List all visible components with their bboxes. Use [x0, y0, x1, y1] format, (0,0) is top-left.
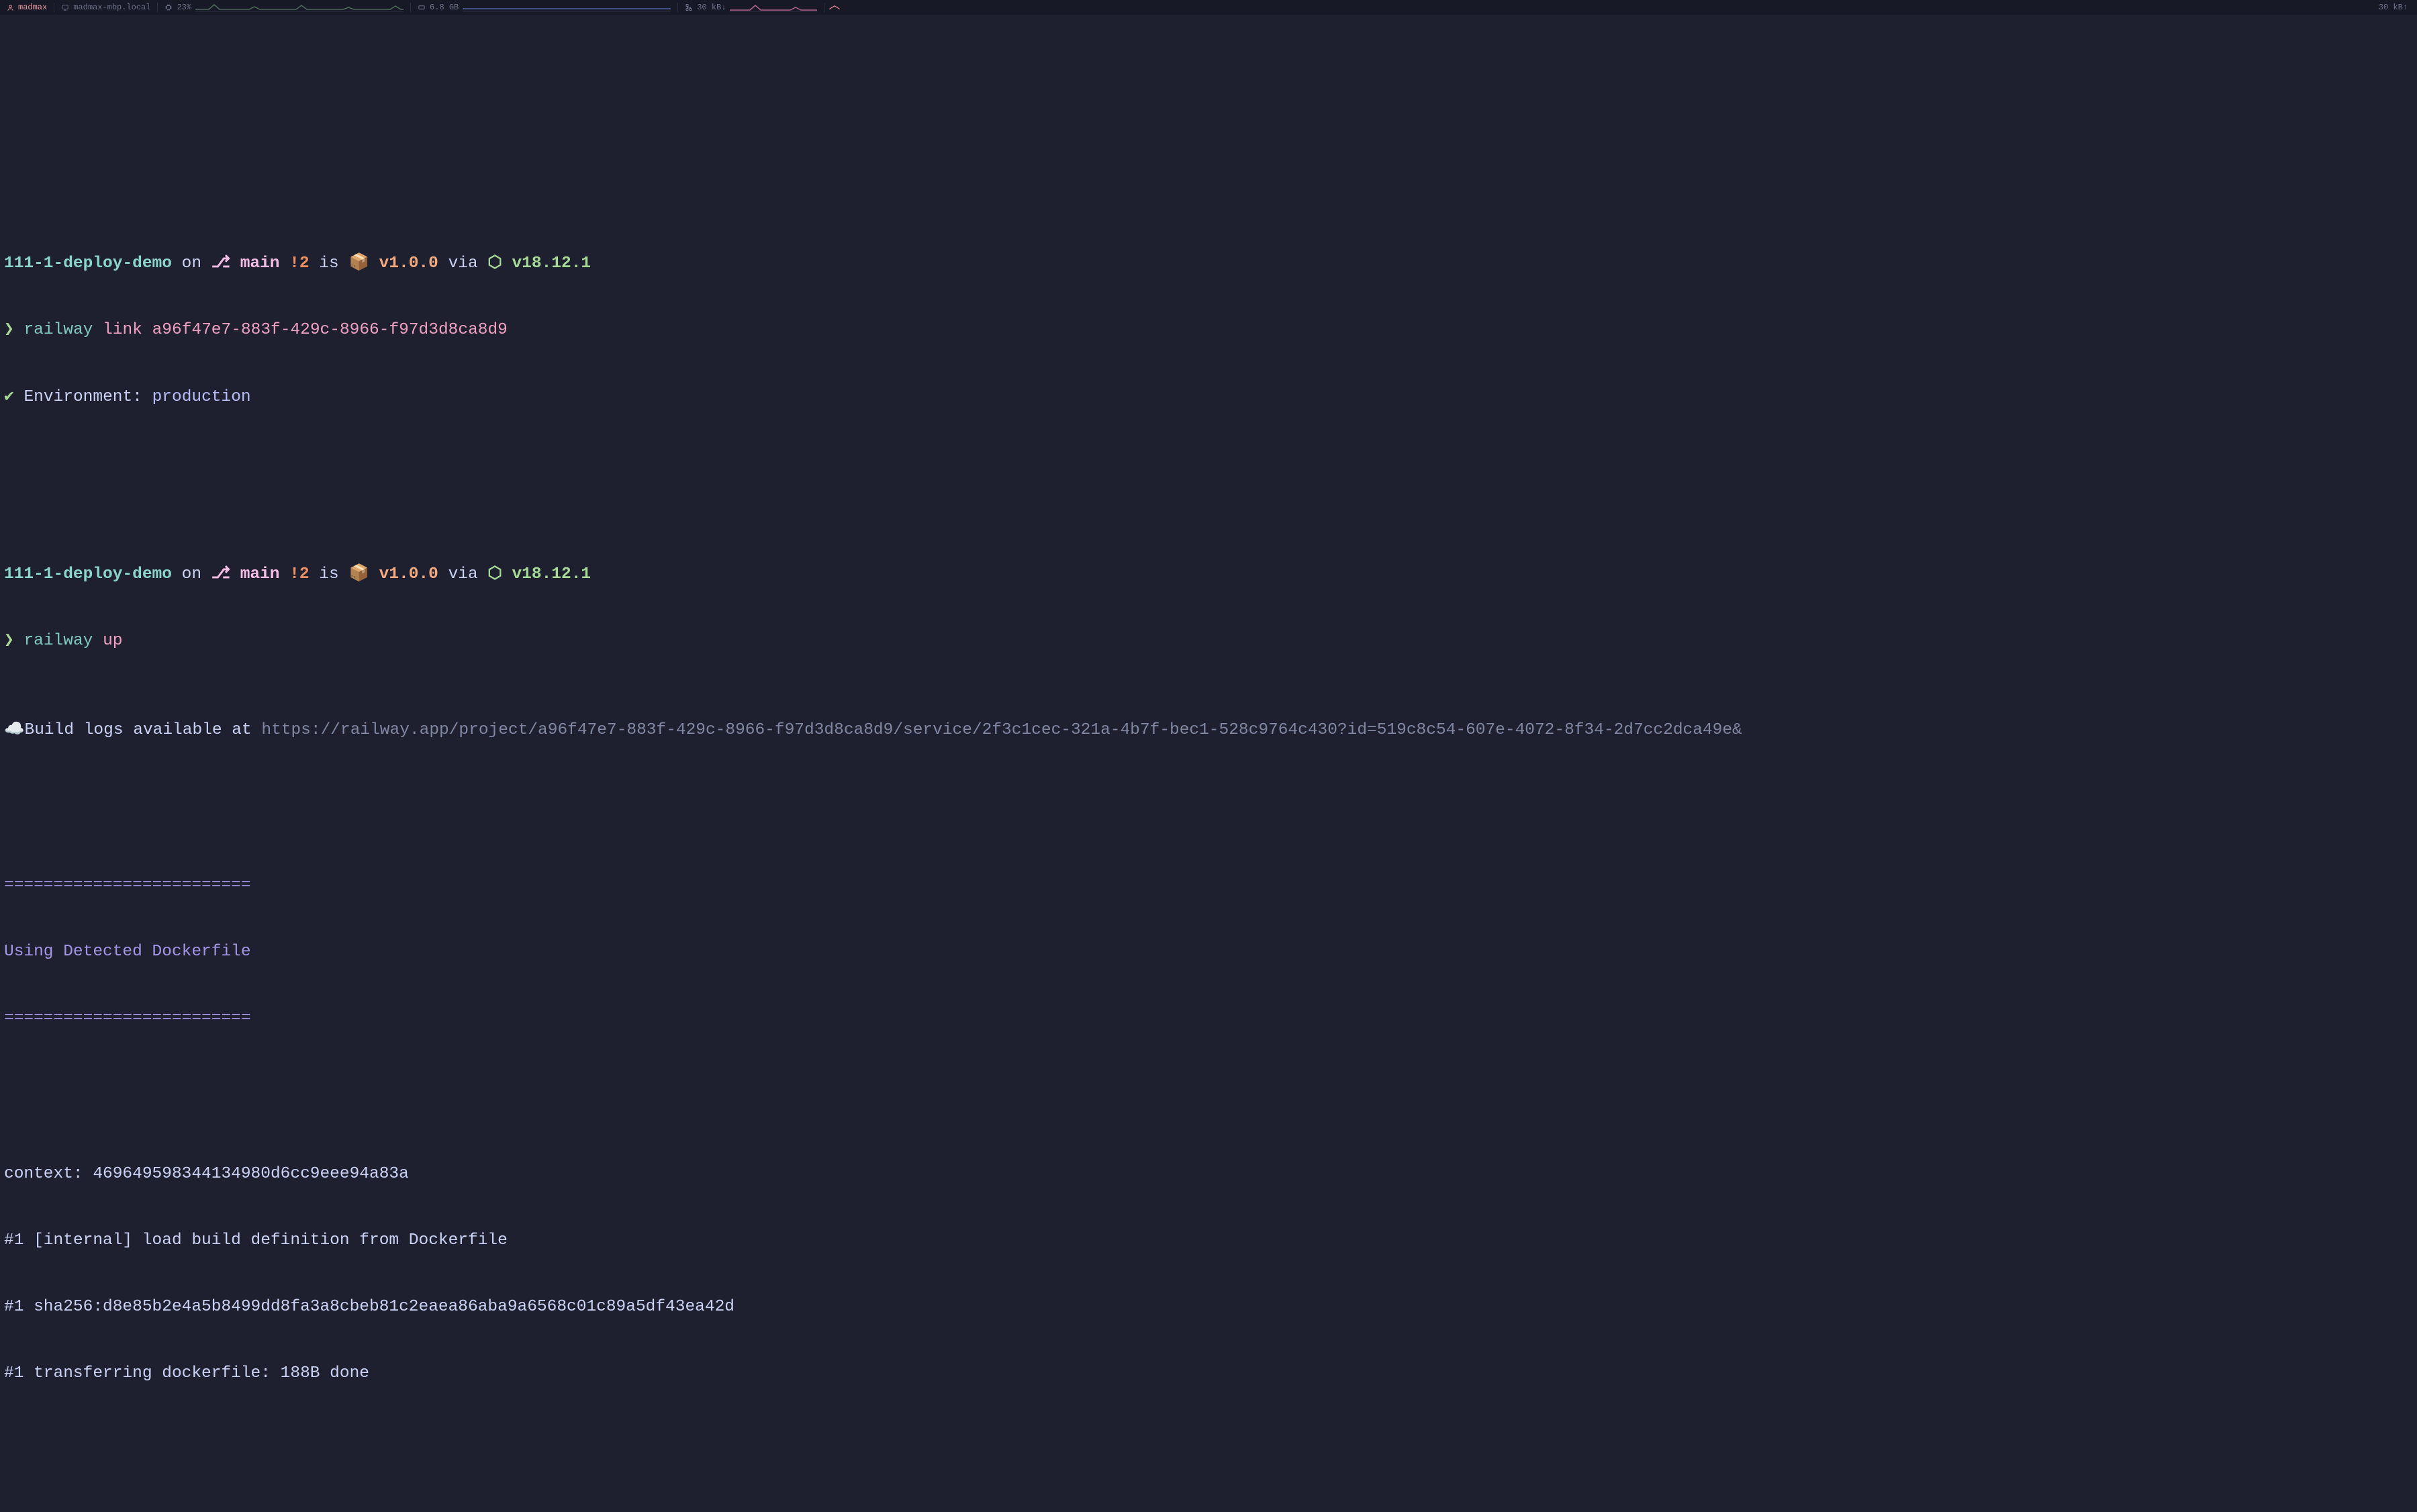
git-branch: main: [230, 565, 280, 583]
status-user: madmax: [0, 0, 54, 15]
git-dirty: !2: [280, 254, 310, 273]
cmd-binary: railway: [23, 632, 93, 650]
status-net-down: 30 kB↓: [678, 0, 824, 15]
git-branch-icon: ⎇: [211, 254, 230, 273]
dockerfile-rule: =========================: [4, 874, 2413, 896]
env-label: Environment:: [23, 388, 152, 406]
package-version: v1.0.0: [369, 254, 438, 273]
git-dirty: !2: [280, 565, 310, 583]
text-via: via: [438, 254, 488, 273]
prompt-line-1: 111-1-deploy-demo on ⎇ main !2 is 📦 v1.0…: [4, 252, 2413, 275]
node-icon: ⬡: [487, 254, 502, 273]
build-logs-url[interactable]: https://railway.app/project/a96f47e7-883…: [261, 721, 1742, 739]
cloud-icon: ☁️: [4, 721, 25, 739]
node-icon: ⬡: [487, 565, 502, 583]
cwd: 111-1-deploy-demo: [4, 254, 172, 273]
dockerfile-rule: =========================: [4, 1007, 2413, 1029]
package-icon: 📦: [348, 254, 369, 273]
network-icon: [685, 3, 693, 11]
caret-up-icon: ︿: [828, 0, 839, 14]
command-line-2: ❯ railway up: [4, 630, 2413, 652]
node-version: v18.12.1: [502, 254, 591, 273]
prompt-line-2: 111-1-deploy-demo on ⎇ main !2 is 📦 v1.0…: [4, 563, 2413, 585]
build-logs-line: ☁️Build logs available at https://railwa…: [4, 719, 2413, 741]
status-cpu-label: 23%: [177, 2, 191, 13]
link-output-line: ✔ Environment: production: [4, 386, 2413, 408]
net-down-sparkline: [730, 3, 817, 12]
status-net-up-label: 30 kB↑: [2379, 2, 2408, 13]
package-version: v1.0.0: [369, 565, 438, 583]
memory-icon: [418, 4, 426, 11]
git-branch-icon: ⎇: [211, 565, 230, 583]
monitor-icon: [61, 4, 69, 11]
build-step: #1 [internal] load build definition from…: [4, 1229, 2413, 1251]
status-caret: ︿: [824, 0, 843, 15]
text-via: via: [438, 565, 488, 583]
context-line: context: 469649598344134980d6cc9eee94a83…: [4, 1163, 2413, 1185]
build-step: #1 transferring dockerfile: 188B done: [4, 1362, 2413, 1384]
git-branch: main: [230, 254, 280, 273]
status-cpu: 23%: [158, 0, 410, 15]
status-user-label: madmax: [18, 2, 47, 13]
build-logs-label: Build logs available at: [25, 721, 262, 739]
cmd-subcommand: up: [93, 632, 122, 650]
command-line-1: ❯ railway link a96f47e7-883f-429c-8966-f…: [4, 319, 2413, 341]
prompt-caret: ❯: [4, 632, 23, 650]
status-net-up: 30 kB↑: [2372, 0, 2417, 15]
blank-line: [4, 1074, 2413, 1096]
dockerfile-msg: Using Detected Dockerfile: [4, 941, 2413, 963]
node-version: v18.12.1: [502, 565, 591, 583]
prompt-caret: ❯: [4, 321, 23, 339]
blank-line: [4, 786, 2413, 808]
env-value: production: [152, 388, 251, 406]
text-on: on: [172, 565, 211, 583]
terminal[interactable]: 111-1-deploy-demo on ⎇ main !2 is 📦 v1.0…: [0, 15, 2417, 1407]
status-mem: 6.8 GB: [411, 0, 677, 15]
text-is: is: [310, 565, 349, 583]
statusbar: madmax madmax-mbp.local 23% 6.8 GB: [0, 0, 2417, 15]
package-icon: 📦: [348, 565, 369, 583]
cpu-sparkline: [195, 3, 404, 12]
cwd: 111-1-deploy-demo: [4, 565, 172, 583]
status-host: madmax-mbp.local: [54, 0, 157, 15]
cmd-subcommand: link: [93, 321, 142, 339]
user-icon: [7, 4, 14, 11]
status-host-label: madmax-mbp.local: [73, 2, 150, 13]
status-mem-label: 6.8 GB: [430, 2, 459, 13]
cmd-binary: railway: [23, 321, 93, 339]
cmd-arg: a96f47e7-883f-429c-8966-f97d3d8ca8d9: [142, 321, 508, 339]
status-net-down-label: 30 kB↓: [697, 2, 726, 13]
build-step: #1 sha256:d8e85b2e4a5b8499dd8fa3a8cbeb81…: [4, 1296, 2413, 1318]
text-on: on: [172, 254, 211, 273]
text-is: is: [310, 254, 349, 273]
cpu-icon: [164, 3, 173, 11]
mem-sparkline: [463, 3, 671, 12]
check-icon: ✔: [4, 388, 23, 406]
blank-line: [4, 453, 2413, 475]
